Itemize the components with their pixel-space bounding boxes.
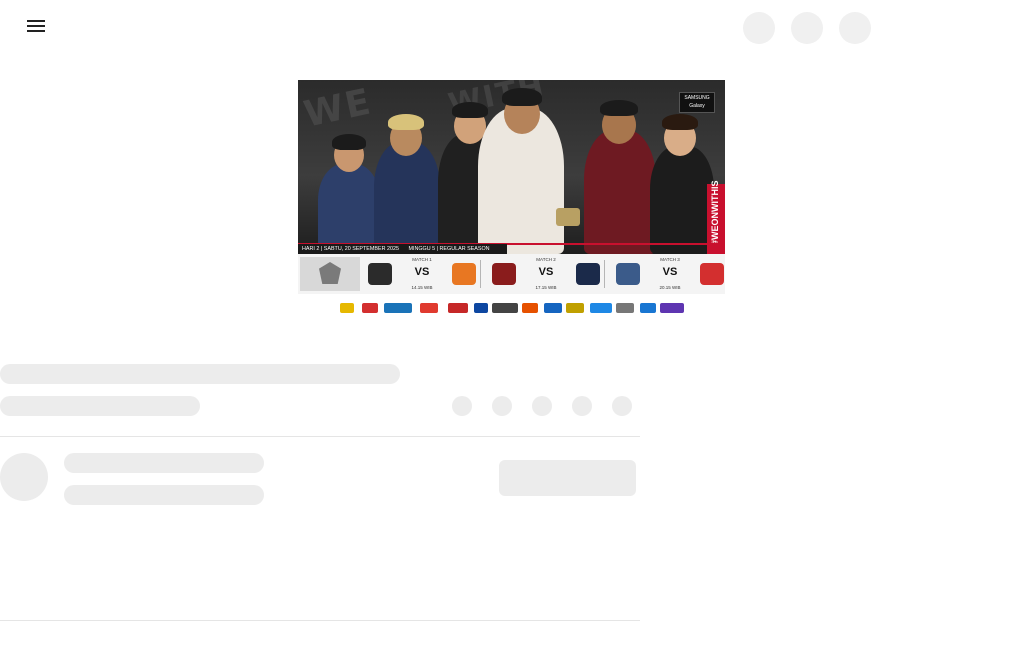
match-card: MATCH 1 VS 14.15 WIB	[362, 254, 482, 294]
match-time: 20.15 WIB	[659, 285, 681, 290]
video-thumbnail[interactable]: WE WITH SAMSUNG Galaxy #WEONWITHIS HARI …	[298, 80, 725, 320]
match-vs: VS	[662, 266, 678, 278]
menu-bar	[27, 25, 45, 27]
match-vs: VS	[538, 266, 554, 278]
header-action-placeholder[interactable]	[743, 12, 775, 44]
header-action-placeholder[interactable]	[791, 12, 823, 44]
thumbnail-bg-text: WE	[300, 81, 376, 136]
player-figure	[318, 164, 380, 254]
match-label: MATCH 2	[536, 257, 556, 262]
subscribe-button-skeleton[interactable]	[499, 460, 636, 496]
match-time: 14.15 WIB	[411, 285, 433, 290]
team-logo-icon	[368, 263, 392, 285]
channel-meta-skeleton	[64, 485, 264, 505]
player-hair	[388, 114, 424, 130]
league-logo-icon	[300, 257, 360, 291]
match-card: MATCH 2 VS 17.15 WIB	[486, 254, 606, 294]
action-skeleton[interactable]	[532, 396, 552, 416]
sponsor-logo-icon	[492, 303, 518, 313]
sponsor-logo-icon	[420, 303, 438, 313]
player-hair	[502, 88, 542, 106]
week-text: MINGGU 5 | REGULAR SEASON	[408, 246, 490, 252]
sponsor-logo-icon	[640, 303, 656, 313]
sponsor-logo-icon	[566, 303, 584, 313]
player-figure	[374, 142, 440, 254]
thumbnail-hero: WE WITH SAMSUNG Galaxy #WEONWITHIS HARI …	[298, 80, 725, 254]
team-badge-icon	[556, 208, 580, 226]
sponsor-logo-icon	[616, 303, 634, 313]
section-divider	[0, 436, 640, 437]
player-hair	[452, 102, 488, 118]
sponsor-logo-icon	[660, 303, 684, 313]
sponsor-logo-icon	[474, 303, 488, 313]
action-skeleton[interactable]	[492, 396, 512, 416]
menu-bar	[27, 30, 45, 32]
title-skeleton	[0, 364, 400, 384]
sponsor-logo-icon	[590, 303, 612, 313]
team-logo-icon	[616, 263, 640, 285]
section-divider	[0, 620, 640, 621]
channel-name-skeleton	[64, 453, 264, 473]
sponsor-badge: SAMSUNG Galaxy	[679, 92, 715, 113]
sponsor-logo-icon	[362, 303, 378, 313]
player-figure	[584, 130, 656, 254]
match-vs: VS	[414, 266, 430, 278]
menu-button[interactable]	[24, 14, 48, 38]
date-bar: HARI 2 | SABTU, 20 SEPTEMBER 2025 MINGGU…	[298, 244, 507, 254]
sponsor-logo-icon	[384, 303, 412, 313]
sponsor-logo-icon	[544, 303, 562, 313]
date-text: HARI 2 | SABTU, 20 SEPTEMBER 2025	[302, 246, 399, 252]
player-hair	[600, 100, 638, 116]
match-divider	[480, 260, 481, 288]
team-logo-icon	[492, 263, 516, 285]
match-schedule: MATCH 1 VS 14.15 WIB MATCH 2 VS 17.15 WI…	[298, 254, 725, 294]
match-label: MATCH 3	[660, 257, 680, 262]
header-action-placeholder[interactable]	[839, 12, 871, 44]
player-hair	[662, 114, 698, 130]
action-skeleton[interactable]	[452, 396, 472, 416]
team-logo-icon	[700, 263, 724, 285]
match-divider	[604, 260, 605, 288]
avatar-skeleton[interactable]	[0, 453, 48, 501]
menu-bar	[27, 20, 45, 22]
sponsor-logo-icon	[448, 303, 468, 313]
match-card: MATCH 3 VS 20.15 WIB	[610, 254, 725, 294]
player-hair	[332, 134, 366, 150]
player-figure	[650, 146, 714, 254]
team-logo-icon	[452, 263, 476, 285]
match-label: MATCH 1	[412, 257, 432, 262]
action-skeleton[interactable]	[612, 396, 632, 416]
hashtag-text: #WEONWITHIS	[710, 180, 720, 246]
action-skeleton[interactable]	[572, 396, 592, 416]
sponsor-logo-icon	[340, 303, 354, 313]
team-logo-icon	[576, 263, 600, 285]
sponsor-strip	[298, 294, 725, 320]
match-time: 17.15 WIB	[535, 285, 557, 290]
meta-skeleton	[0, 396, 200, 416]
sponsor-logo-icon	[522, 303, 538, 313]
